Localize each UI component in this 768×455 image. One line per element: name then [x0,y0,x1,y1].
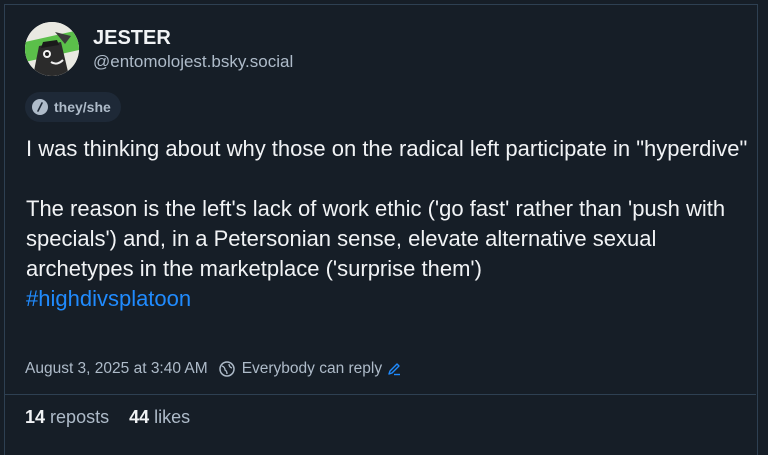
likes-label: likes [154,407,191,427]
post-timestamp[interactable]: August 3, 2025 at 3:40 AM [25,360,208,378]
divider [5,394,756,395]
globe-icon [218,361,235,377]
post-stats: 14 reposts 44 likes [25,407,190,428]
likes-stat[interactable]: 44 likes [129,407,190,428]
author-handle[interactable]: @entomolojest.bsky.social [93,51,293,73]
hashtag-link[interactable]: #highdivsplatoon [26,286,191,311]
likes-count: 44 [129,407,150,427]
reposts-count: 14 [25,407,46,427]
post-text: I was thinking about why those on the ra… [26,134,751,314]
post-header: JESTER @entomolojest.bsky.social [25,22,293,76]
avatar-illustration [25,22,79,76]
pronouns-badge: they/she [25,92,121,122]
reposts-label: reposts [50,407,110,427]
pencil-icon [387,362,407,376]
reply-setting-label: Everybody can reply [241,360,383,377]
reply-setting-button[interactable]: Everybody can reply [218,360,407,378]
post-paragraph: The reason is the left's lack of work et… [26,196,726,281]
pronouns-label: they/she [54,99,111,115]
post-paragraph: I was thinking about why those on the ra… [26,136,748,161]
avatar[interactable] [25,22,79,76]
author-display-name[interactable]: JESTER [93,25,293,51]
post-meta: August 3, 2025 at 3:40 AM Everybody can … [25,360,407,378]
pronouns-icon [32,99,48,115]
reposts-stat[interactable]: 14 reposts [25,407,109,428]
